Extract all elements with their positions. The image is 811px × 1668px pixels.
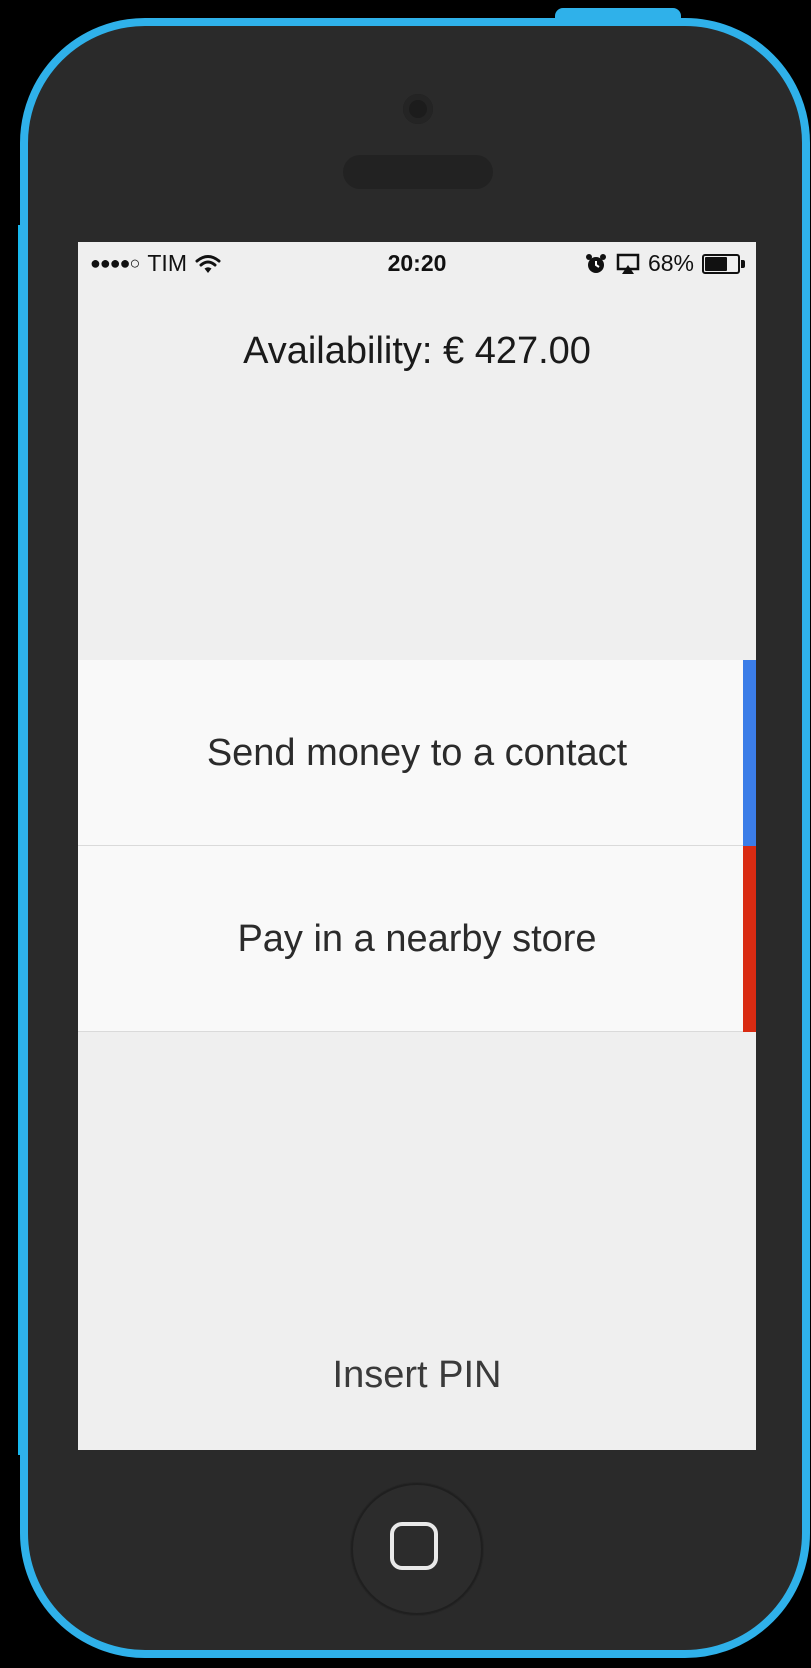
- send-money-accent-bar: [743, 660, 756, 846]
- availability-balance: Availability: € 427.00: [243, 330, 591, 372]
- home-button[interactable]: [351, 1483, 483, 1615]
- airplay-icon: [616, 253, 640, 274]
- send-money-label: Send money to a contact: [206, 732, 628, 774]
- status-bar: ●●●●○ TIM 20:20 68%: [78, 242, 756, 286]
- battery-percent: 68%: [647, 250, 694, 276]
- battery-icon: [702, 253, 746, 274]
- status-right: 68%: [584, 250, 746, 277]
- home-button-square-icon: [390, 1522, 438, 1570]
- front-camera: [403, 94, 433, 124]
- battery-fill: [705, 256, 727, 271]
- phone-power-button: [555, 8, 681, 26]
- send-money-button[interactable]: Send money to a contact: [78, 660, 756, 846]
- insert-pin-button[interactable]: Insert PIN: [78, 1354, 756, 1397]
- alarm-icon: [585, 253, 606, 273]
- phone-screen: ●●●●○ TIM 20:20 68% Availability: € 427.…: [78, 242, 756, 1450]
- battery-tip: [741, 259, 745, 268]
- pay-nearby-store-accent-bar: [743, 846, 756, 1032]
- earpiece-speaker: [343, 155, 493, 189]
- pay-nearby-store-label: Pay in a nearby store: [237, 918, 597, 960]
- pay-nearby-store-button[interactable]: Pay in a nearby store: [78, 846, 756, 1032]
